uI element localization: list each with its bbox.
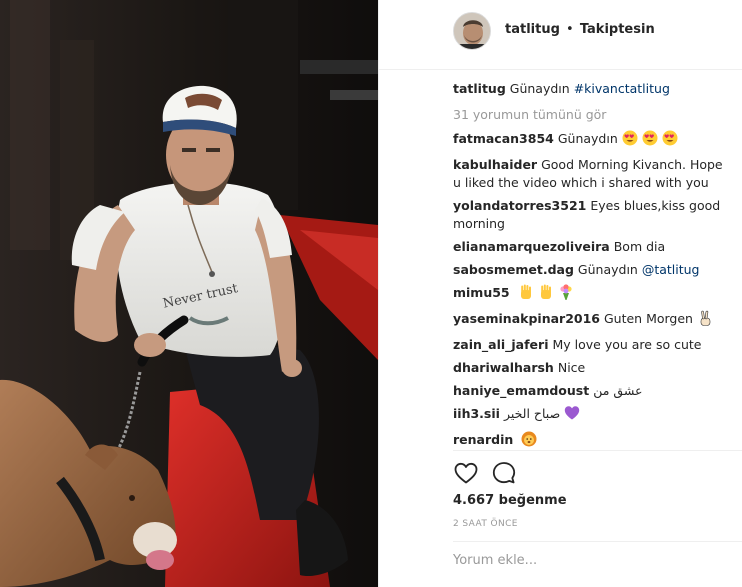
- comment-item: elianamarquezoliveira Bom dia: [453, 238, 733, 256]
- comment-item: kabulhaider Good Morning Kivanch. Hope u …: [453, 156, 733, 192]
- post-caption: tatlitug Günaydın #kivanctatlitug: [453, 80, 733, 98]
- comment-username[interactable]: kabulhaider: [453, 157, 537, 172]
- post-timestamp: 2 SAAT ÖNCE: [453, 519, 518, 529]
- likes-count[interactable]: 4.667 beğenme: [453, 493, 567, 508]
- instagram-post: Never trust tatlitug • Takiptesin tatlit…: [0, 0, 742, 587]
- comment-username[interactable]: sabosmemet.dag: [453, 262, 574, 277]
- comment-text: عشق من: [593, 383, 643, 398]
- post-photo-image: Never trust: [0, 0, 378, 587]
- comment-item: sabosmemet.dag Günaydın @tatlitug: [453, 261, 733, 279]
- caption-username[interactable]: tatlitug: [453, 81, 506, 96]
- comment-username[interactable]: iih3.sii: [453, 406, 500, 421]
- comment-item: renardin: [453, 431, 733, 452]
- comment-item: yolandatorres3521 Eyes blues,kiss good mo…: [453, 197, 733, 233]
- victory-hand-emoji-icon: [697, 310, 713, 331]
- header-separator: •: [566, 22, 574, 37]
- comments-list: tatlitug Günaydın #kivanctatlitug 31 yoru…: [453, 80, 733, 457]
- comment-text: Guten Morgen: [603, 311, 693, 326]
- bouquet-emoji-icon: [558, 284, 574, 305]
- comment-text: Günaydın: [577, 262, 642, 277]
- post-actions: 4.667 beğenme 2 SAAT ÖNCE: [453, 450, 742, 576]
- avatar-image: [454, 13, 490, 49]
- comment-item: haniye_emamdoust عشق من: [453, 382, 733, 400]
- heart-eyes-emoji-icon: [622, 130, 638, 151]
- follow-status-button[interactable]: Takiptesin: [580, 22, 655, 37]
- comment-text: My love you are so cute: [552, 337, 702, 352]
- comment-item: yaseminakpinar2016 Guten Morgen: [453, 310, 733, 331]
- avatar[interactable]: [453, 12, 491, 50]
- comment-username[interactable]: fatmacan3854: [453, 131, 554, 146]
- comment-username[interactable]: zain_ali_jaferi: [453, 337, 548, 352]
- comment-username[interactable]: elianamarquezoliveira: [453, 239, 610, 254]
- comment-username[interactable]: yolandatorres3521: [453, 198, 586, 213]
- heart-outline-icon[interactable]: [453, 460, 479, 486]
- comment-username[interactable]: renardin: [453, 432, 513, 447]
- comment-item: mimu55: [453, 284, 733, 305]
- comment-text: صباح الخير: [503, 406, 561, 421]
- post-header: tatlitug • Takiptesin: [379, 0, 742, 70]
- speech-bubble-icon[interactable]: [491, 460, 517, 486]
- likes-number: 4.667: [453, 493, 495, 508]
- comment-item: zain_ali_jaferi My love you are so cute: [453, 336, 733, 354]
- caption-hashtag[interactable]: #kivanctatlitug: [574, 81, 670, 96]
- raised-hand-emoji-icon: [518, 284, 534, 305]
- heart-eyes-emoji-icon: [662, 130, 678, 151]
- add-comment-input[interactable]: [453, 553, 723, 568]
- header-username[interactable]: tatlitug: [505, 22, 560, 37]
- purple-heart-emoji-icon: [564, 405, 580, 426]
- comment-item: iih3.sii صباح الخير: [453, 405, 733, 426]
- comment-mention[interactable]: @tatlitug: [642, 262, 700, 277]
- caption-text: Günaydın: [509, 81, 574, 96]
- comment-username[interactable]: mimu55: [453, 285, 510, 300]
- comment-username[interactable]: haniye_emamdoust: [453, 383, 589, 398]
- post-photo[interactable]: Never trust: [0, 0, 378, 587]
- comment-text: Günaydın: [557, 131, 618, 146]
- view-all-comments-link[interactable]: 31 yorumun tümünü gör: [453, 107, 733, 122]
- comment-username[interactable]: dhariwalharsh: [453, 360, 554, 375]
- raised-hand-emoji-icon: [538, 284, 554, 305]
- heart-eyes-emoji-icon: [642, 130, 658, 151]
- comment-item: fatmacan3854 Günaydın: [453, 130, 733, 151]
- comment-text: Nice: [557, 360, 586, 375]
- lion-emoji-icon: [521, 431, 537, 452]
- comment-text: Bom dia: [613, 239, 666, 254]
- likes-label: beğenme: [498, 493, 567, 508]
- comment-username[interactable]: yaseminakpinar2016: [453, 311, 600, 326]
- post-side-panel: tatlitug • Takiptesin tatlitug Günaydın #…: [378, 0, 742, 587]
- add-comment-section: [453, 541, 742, 577]
- comment-item: dhariwalharsh Nice: [453, 359, 733, 377]
